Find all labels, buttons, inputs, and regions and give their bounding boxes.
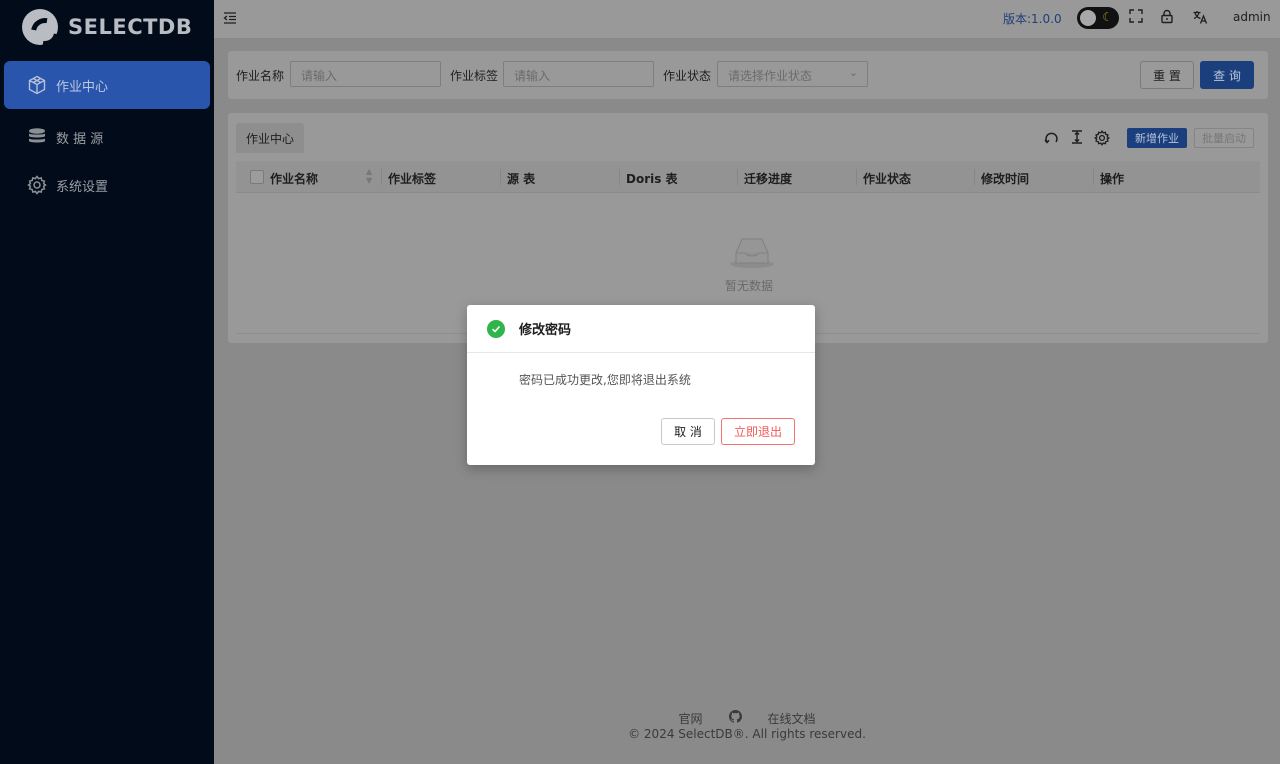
job-name-input[interactable]: 请输入 [290, 61, 441, 87]
official-site-link[interactable]: 官网 [678, 710, 702, 727]
translate-icon[interactable] [1192, 9, 1208, 25]
job-name-label: 作业名称 [236, 69, 285, 83]
dialog-message: 密码已成功更改,您即将退出系统 [519, 373, 691, 387]
footer: 官网 在线文档 © 2024 SelectDB®. All rights res… [214, 700, 1280, 741]
docs-link[interactable]: 在线文档 [768, 710, 816, 727]
tab-job-center[interactable]: 作业中心 [236, 123, 304, 153]
column-header: 修改时间 [981, 172, 1030, 186]
change-password-dialog: 修改密码 密码已成功更改,您即将退出系统 取 消 立即退出 [467, 305, 815, 465]
success-check-icon [487, 319, 505, 338]
dialog-header: 修改密码 [467, 305, 815, 353]
column-header: 迁移进度 [744, 172, 793, 186]
column-header: 源 表 [507, 172, 536, 186]
refresh-icon[interactable] [1043, 130, 1059, 146]
moon-icon: ☾ [1102, 10, 1113, 24]
sidebar-item-settings[interactable]: 系统设置 [4, 161, 210, 209]
filter-panel: 作业名称 请输入 作业标签 请输入 作业状态 请选择作业状态 ⌄ 重 置 查 询 [228, 51, 1268, 99]
table-header: 作业名称 ▲ ▼ 作业标签 源 表 Doris 表 迁移进度 作业状态 修改时间 … [236, 161, 1260, 193]
column-divider [974, 169, 975, 185]
column-divider [381, 169, 382, 185]
column-header: 操作 [1100, 172, 1125, 186]
user-menu[interactable]: admin [1233, 10, 1271, 24]
brand-logo[interactable]: SELECTDB [22, 9, 192, 45]
github-icon[interactable] [728, 710, 742, 726]
job-tag-label: 作业标签 [450, 69, 499, 83]
sidebar-item-label: 作业中心 [56, 79, 109, 95]
add-job-button[interactable]: 新增作业 [1127, 128, 1187, 148]
gear-icon [26, 174, 48, 196]
batch-start-button[interactable]: 批量启动 [1194, 128, 1254, 148]
sidebar-item-label: 系统设置 [56, 179, 109, 195]
chevron-down-icon: ⌄ [848, 66, 858, 79]
column-height-icon[interactable] [1069, 130, 1085, 146]
query-button[interactable]: 查 询 [1200, 61, 1254, 89]
sort-icon[interactable]: ▲ ▼ [366, 167, 372, 185]
version-label: 版本:1.0.0 [1003, 12, 1062, 26]
sidebar-item-datasource[interactable]: 数 据 源 [4, 113, 210, 161]
theme-toggle[interactable]: ☾ [1077, 7, 1119, 29]
brand-name: SELECTDB [68, 15, 193, 39]
column-header: 作业标签 [388, 172, 437, 186]
column-header: 作业状态 [863, 172, 912, 186]
empty-inbox-icon [728, 233, 776, 269]
column-divider [1093, 169, 1094, 185]
logout-now-button[interactable]: 立即退出 [721, 418, 795, 445]
logo-icon [22, 9, 58, 45]
fullscreen-icon[interactable] [1128, 9, 1144, 25]
job-status-label: 作业状态 [663, 69, 712, 83]
cube-icon [26, 74, 48, 96]
database-icon [26, 126, 48, 148]
sidebar-item-job-center[interactable]: 作业中心 [4, 61, 210, 109]
sidebar-item-label: 数 据 源 [56, 131, 104, 147]
select-all-checkbox[interactable] [250, 170, 264, 184]
lock-icon[interactable] [1159, 9, 1175, 25]
toggle-knob [1080, 10, 1096, 26]
reset-button[interactable]: 重 置 [1140, 61, 1194, 89]
column-header: Doris 表 [626, 172, 678, 186]
menu-fold-icon[interactable] [223, 11, 237, 25]
sidebar: SELECTDB 作业中心 数 据 源 系统设置 [0, 0, 214, 764]
job-status-select[interactable]: 请选择作业状态 ⌄ [717, 61, 868, 87]
job-tag-input[interactable]: 请输入 [503, 61, 654, 87]
cancel-button[interactable]: 取 消 [661, 418, 715, 445]
top-bar: 版本:1.0.0 ☾ admin [214, 0, 1280, 38]
column-divider [500, 169, 501, 185]
column-divider [737, 169, 738, 185]
copyright-text: © 2024 SelectDB®. All rights reserved. [628, 727, 866, 741]
empty-text: 暂无数据 [725, 279, 774, 293]
settings-icon[interactable] [1093, 130, 1111, 146]
job-status-placeholder: 请选择作业状态 [728, 69, 813, 83]
column-header[interactable]: 作业名称 [270, 170, 318, 187]
dialog-title: 修改密码 [519, 323, 572, 338]
column-divider [619, 169, 620, 185]
column-divider [856, 169, 857, 185]
